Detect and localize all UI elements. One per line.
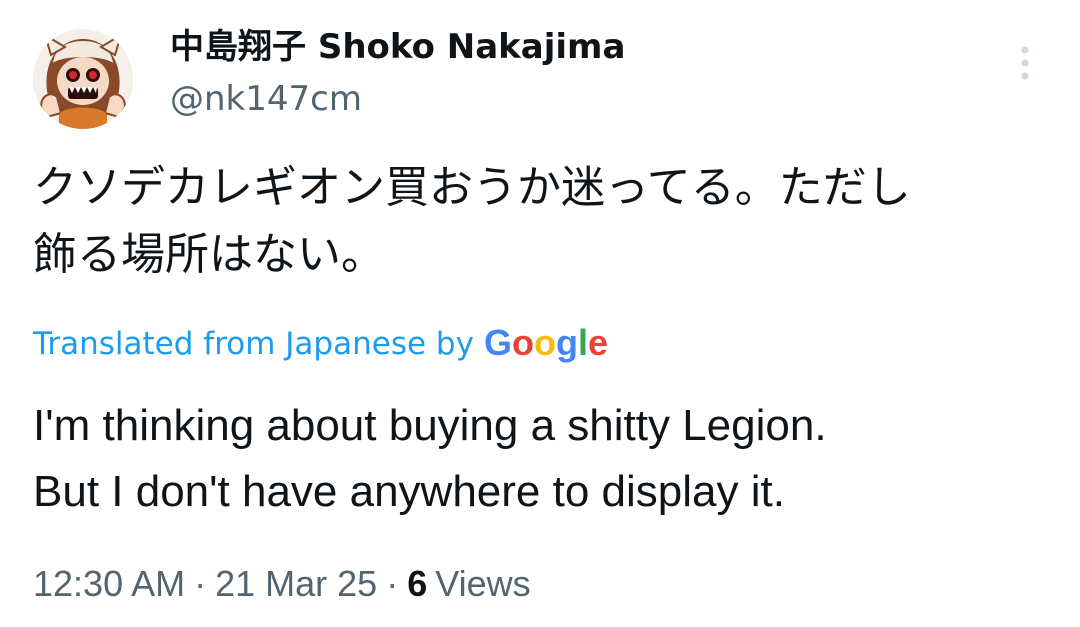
tweet-text: クソデカレギオン買おうか迷ってる。ただし 飾る場所はない。 [33,162,911,280]
meta-separator: · [386,563,399,604]
translated-from-link[interactable]: Translated from Japanese by [33,326,474,362]
avatar-image [33,29,133,129]
google-logo: Google [484,322,608,363]
translated-tweet-text: I'm thinking about buying a shitty Legio… [33,401,827,516]
avatar[interactable] [33,29,133,129]
author-handle[interactable]: @nk147cm [170,77,362,121]
google-logo-text: Google [484,322,608,363]
translation-attribution: Translated from Japanese by Google [33,320,612,368]
tweet-meta: 12:30 AM · 21 Mar 25 · 6 Views [33,560,531,608]
meta-separator: · [194,563,207,604]
tweet-date[interactable]: 21 Mar 25 [215,563,377,605]
tweet-time[interactable]: 12:30 AM [33,563,185,605]
author-display-name[interactable]: 中島翔子 Shoko Nakajima [170,24,625,70]
more-vertical-icon [1021,46,1029,80]
more-options-button[interactable] [1008,40,1042,88]
views-count: 6 [407,563,428,604]
views-label[interactable]: Views [435,563,530,605]
